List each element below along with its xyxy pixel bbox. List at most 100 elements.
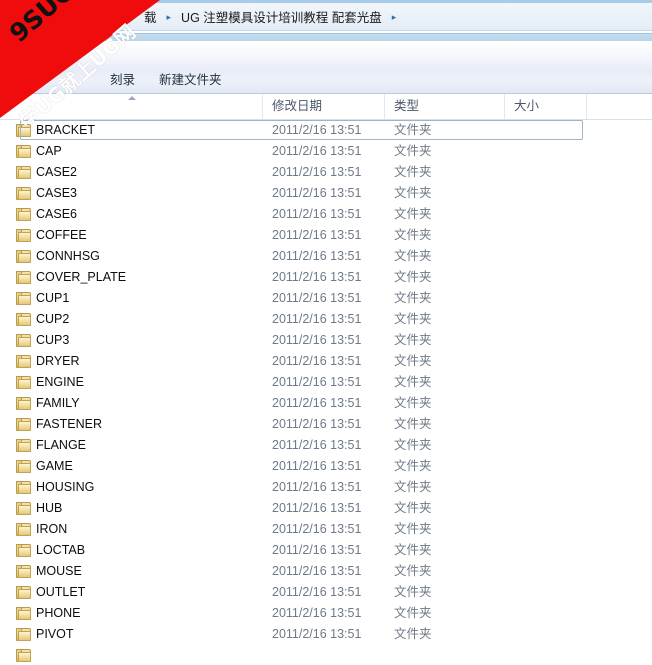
file-row[interactable]: PHONE 2011/2/16 13:51 文件夹 — [0, 603, 652, 624]
file-name-cell: HUB — [36, 501, 63, 515]
file-name-cell: IRON — [36, 522, 68, 536]
breadcrumb-item-0[interactable]: UG 注塑模具设计培训教程 配套光盘 — [177, 7, 386, 26]
breadcrumb-truncated-prefix[interactable]: 载 — [140, 7, 161, 26]
file-row[interactable]: OUTLET 2011/2/16 13:51 文件夹 — [0, 582, 652, 603]
folder-icon — [16, 166, 32, 179]
file-name-cell: PIVOT — [36, 627, 74, 641]
file-row[interactable]: CASE2 2011/2/16 13:51 文件夹 — [0, 162, 652, 183]
breadcrumb-trailing-separator-icon[interactable]: ▸ — [386, 12, 403, 23]
file-date-cell: 2011/2/16 13:51 — [272, 522, 362, 536]
column-header-name[interactable] — [0, 94, 263, 119]
file-size-cell — [512, 288, 584, 309]
folder-icon — [16, 124, 32, 137]
folder-icon — [16, 418, 32, 431]
file-date-cell: 2011/2/16 13:51 — [272, 438, 362, 452]
breadcrumb-separator-icon: ▸ — [166, 12, 172, 22]
file-row[interactable]: CAP 2011/2/16 13:51 文件夹 — [0, 141, 652, 162]
file-row[interactable]: ENGINE 2011/2/16 13:51 文件夹 — [0, 372, 652, 393]
file-date-cell: 2011/2/16 13:51 — [272, 165, 362, 179]
file-row[interactable]: MOUSE 2011/2/16 13:51 文件夹 — [0, 561, 652, 582]
file-name-cell: CUP3 — [36, 333, 70, 347]
file-type-cell: 文件夹 — [394, 501, 432, 515]
file-date-cell: 2011/2/16 13:51 — [272, 270, 362, 284]
file-date-cell: 2011/2/16 13:51 — [272, 186, 362, 200]
file-row[interactable] — [0, 645, 652, 665]
folder-icon — [16, 376, 32, 389]
file-size-cell — [512, 603, 584, 624]
file-row[interactable]: COFFEE 2011/2/16 13:51 文件夹 — [0, 225, 652, 246]
file-name-cell: OUTLET — [36, 585, 86, 599]
file-date-cell: 2011/2/16 13:51 — [272, 144, 362, 158]
file-date-cell: 2011/2/16 13:51 — [272, 333, 362, 347]
file-name-cell: CASE6 — [36, 207, 77, 221]
folder-icon — [16, 544, 32, 557]
address-bar[interactable]: 载 ▸ UG 注塑模具设计培训教程 配套光盘 ▸ — [0, 3, 652, 31]
file-size-cell — [512, 162, 584, 183]
folder-icon — [16, 523, 32, 536]
file-row[interactable]: BRACKET 2011/2/16 13:51 文件夹 — [0, 120, 652, 141]
file-size-cell — [512, 351, 584, 372]
file-name-cell: CUP2 — [36, 312, 70, 326]
file-row[interactable]: FASTENER 2011/2/16 13:51 文件夹 — [0, 414, 652, 435]
file-list[interactable]: BRACKET 2011/2/16 13:51 文件夹 CAP 2011/2/16 13… — [0, 120, 652, 665]
file-row[interactable]: PIVOT 2011/2/16 13:51 文件夹 — [0, 624, 652, 645]
column-header-date[interactable]: 修改日期 — [263, 94, 385, 119]
file-row[interactable]: FAMILY 2011/2/16 13:51 文件夹 — [0, 393, 652, 414]
file-size-cell — [512, 225, 584, 246]
new-folder-button[interactable]: 新建文件夹 — [149, 66, 232, 91]
burn-button[interactable]: 刻录 — [100, 66, 145, 91]
folder-icon — [16, 607, 32, 620]
file-type-cell: 文件夹 — [394, 165, 432, 179]
file-row[interactable]: CASE3 2011/2/16 13:51 文件夹 — [0, 183, 652, 204]
file-type-cell: 文件夹 — [394, 270, 432, 284]
column-header-spacer[interactable] — [587, 94, 652, 119]
file-size-cell — [512, 372, 584, 393]
file-size-cell — [512, 393, 584, 414]
file-type-cell: 文件夹 — [394, 543, 432, 557]
file-type-cell: 文件夹 — [394, 585, 432, 599]
file-date-cell: 2011/2/16 13:51 — [272, 543, 362, 557]
file-type-cell: 文件夹 — [394, 606, 432, 620]
file-row[interactable]: CASE6 2011/2/16 13:51 文件夹 — [0, 204, 652, 225]
file-type-cell: 文件夹 — [394, 522, 432, 536]
file-row[interactable]: HUB 2011/2/16 13:51 文件夹 — [0, 498, 652, 519]
file-row[interactable]: CUP1 2011/2/16 13:51 文件夹 — [0, 288, 652, 309]
file-type-cell: 文件夹 — [394, 438, 432, 452]
file-type-cell: 文件夹 — [394, 249, 432, 263]
file-row[interactable]: CUP2 2011/2/16 13:51 文件夹 — [0, 309, 652, 330]
file-row[interactable]: GAME 2011/2/16 13:51 文件夹 — [0, 456, 652, 477]
column-header-size[interactable]: 大小 — [505, 94, 587, 119]
file-name-cell: LOCTAB — [36, 543, 86, 557]
file-type-cell: 文件夹 — [394, 123, 432, 137]
file-name-cell: CASE3 — [36, 186, 77, 200]
file-type-cell: 文件夹 — [394, 396, 432, 410]
column-header-type[interactable]: 类型 — [385, 94, 505, 119]
file-row[interactable]: FLANGE 2011/2/16 13:51 文件夹 — [0, 435, 652, 456]
folder-icon — [16, 229, 32, 242]
command-toolbar: 刻录 新建文件夹 — [0, 41, 652, 94]
file-size-cell — [512, 309, 584, 330]
file-date-cell: 2011/2/16 13:51 — [272, 564, 362, 578]
file-row[interactable]: CUP3 2011/2/16 13:51 文件夹 — [0, 330, 652, 351]
file-row[interactable]: CONNHSG 2011/2/16 13:51 文件夹 — [0, 246, 652, 267]
folder-icon — [16, 208, 32, 221]
file-type-cell: 文件夹 — [394, 354, 432, 368]
file-row[interactable]: LOCTAB 2011/2/16 13:51 文件夹 — [0, 540, 652, 561]
file-name-cell: GAME — [36, 459, 73, 473]
file-name-cell: HOUSING — [36, 480, 95, 494]
file-size-cell — [512, 582, 584, 603]
breadcrumb[interactable]: 载 ▸ UG 注塑模具设计培训教程 配套光盘 ▸ — [140, 3, 402, 30]
file-date-cell: 2011/2/16 13:51 — [272, 480, 362, 494]
file-row[interactable]: HOUSING 2011/2/16 13:51 文件夹 — [0, 477, 652, 498]
file-type-cell: 文件夹 — [394, 291, 432, 305]
folder-icon — [16, 460, 32, 473]
file-row[interactable]: DRYER 2011/2/16 13:51 文件夹 — [0, 351, 652, 372]
file-date-cell: 2011/2/16 13:51 — [272, 123, 362, 137]
file-row[interactable]: COVER_PLATE 2011/2/16 13:51 文件夹 — [0, 267, 652, 288]
file-row[interactable]: IRON 2011/2/16 13:51 文件夹 — [0, 519, 652, 540]
file-type-cell: 文件夹 — [394, 144, 432, 158]
file-date-cell: 2011/2/16 13:51 — [272, 501, 362, 515]
file-date-cell: 2011/2/16 13:51 — [272, 417, 362, 431]
file-name-cell: FASTENER — [36, 417, 102, 431]
file-date-cell: 2011/2/16 13:51 — [272, 585, 362, 599]
